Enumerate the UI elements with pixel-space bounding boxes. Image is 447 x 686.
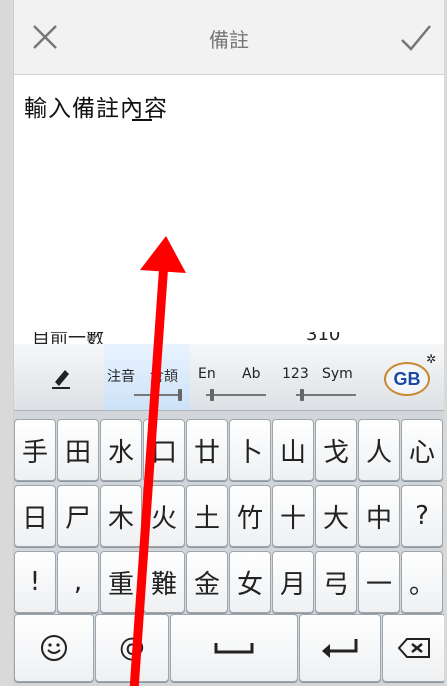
ime-keyboard: 注音 倉頡 En Ab 123 Sym GB ✲ 手田水口廿卜山戈人心日尸木火土…: [14, 344, 444, 686]
key-row1-3[interactable]: 口: [143, 419, 185, 481]
key-row1-5[interactable]: 卜: [229, 419, 271, 481]
enter-key[interactable]: [299, 614, 381, 682]
note-text-area[interactable]: 輸入備註內容: [14, 75, 444, 340]
backspace-key[interactable]: [382, 614, 444, 682]
key-row2-6[interactable]: 十: [272, 485, 314, 547]
emoji-key[interactable]: [14, 614, 94, 682]
mode-123-label: 123: [282, 366, 309, 382]
top-bar: 備註: [14, 0, 444, 75]
text-cursor: [132, 119, 152, 121]
mode-en-label: En: [198, 366, 216, 382]
key-row1-2[interactable]: 水: [100, 419, 142, 481]
key-row2-7[interactable]: 大: [315, 485, 357, 547]
keyboard-toolbar: 注音 倉頡 En Ab 123 Sym GB ✲: [14, 344, 444, 411]
input-mode-numeric[interactable]: 123 Sym: [278, 344, 374, 410]
check-icon[interactable]: [398, 20, 434, 56]
key-row3-4[interactable]: 金: [186, 551, 228, 613]
key-row3-9[interactable]: 。: [401, 551, 443, 613]
key-row3-1[interactable]: ,: [57, 551, 99, 613]
mode-changjie-label: 倉頡: [150, 369, 178, 385]
key-row2-5[interactable]: 竹: [229, 485, 271, 547]
mode-sym-label: Sym: [322, 366, 353, 382]
edit-button[interactable]: [14, 344, 104, 410]
key-row3-5[interactable]: 女: [229, 551, 271, 613]
key-row1-4[interactable]: 廿: [186, 419, 228, 481]
key-row1-8[interactable]: 人: [358, 419, 400, 481]
key-row1-7[interactable]: 戈: [315, 419, 357, 481]
key-row2-3[interactable]: 火: [143, 485, 185, 547]
key-row2-1[interactable]: 尸: [57, 485, 99, 547]
gb-toggle-button[interactable]: GB: [384, 362, 430, 396]
backspace-icon: [397, 638, 430, 658]
key-row3-8[interactable]: 一: [358, 551, 400, 613]
input-mode-english[interactable]: En Ab: [194, 344, 278, 410]
key-row3-7[interactable]: 弓: [315, 551, 357, 613]
key-row2-8[interactable]: 中: [358, 485, 400, 547]
key-row2-2[interactable]: 木: [100, 485, 142, 547]
key-row2-0[interactable]: 日: [14, 485, 56, 547]
app-frame: 備註 輸入備註內容 目前一數 310 注音 倉頡 En Ab 123 Sym G…: [13, 0, 444, 686]
key-row3-6[interactable]: 月: [272, 551, 314, 613]
gear-icon[interactable]: ✲: [426, 352, 436, 366]
key-row1-9[interactable]: 心: [401, 419, 443, 481]
key-row2-4[interactable]: 土: [186, 485, 228, 547]
key-row2-9[interactable]: ?: [401, 485, 443, 547]
key-row1-1[interactable]: 田: [57, 419, 99, 481]
space-bar-icon: [214, 643, 254, 654]
smiley-icon: [41, 635, 67, 661]
key-row3-0[interactable]: !: [14, 551, 56, 613]
mode-zhuyin-label: 注音: [107, 369, 135, 385]
note-placeholder: 輸入備註內容: [24, 96, 168, 122]
pencil-icon: [52, 370, 70, 389]
mode-ab-label: Ab: [242, 366, 261, 382]
key-row1-6[interactable]: 山: [272, 419, 314, 481]
key-row3-3[interactable]: 難: [143, 551, 185, 613]
at-key[interactable]: @: [95, 614, 169, 682]
input-mode-chinese[interactable]: 注音 倉頡: [104, 344, 190, 410]
enter-icon: [322, 639, 358, 658]
space-key[interactable]: [170, 614, 298, 682]
key-row1-0[interactable]: 手: [14, 419, 56, 481]
page-title: 備註: [209, 28, 249, 52]
key-row3-2[interactable]: 重: [100, 551, 142, 613]
